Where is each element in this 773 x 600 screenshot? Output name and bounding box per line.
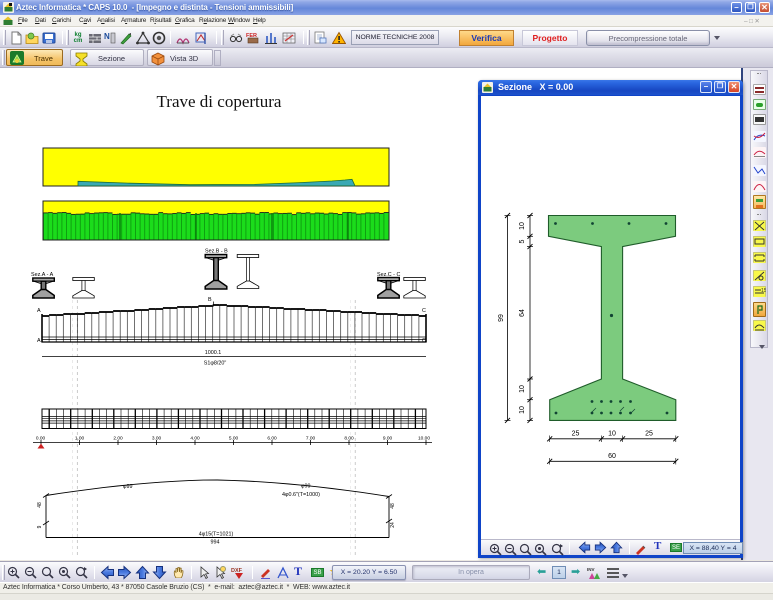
- svg-text:A: A: [37, 308, 41, 314]
- svg-text:10: 10: [608, 431, 616, 438]
- svg-text:5: 5: [519, 239, 526, 243]
- svg-text:4φ15(T=1021): 4φ15(T=1021): [199, 532, 234, 538]
- svg-text:4.00: 4.00: [190, 436, 200, 442]
- svg-text:48: 48: [390, 503, 396, 509]
- svg-text:9: 9: [37, 525, 43, 528]
- svg-text:8.00: 8.00: [344, 436, 354, 442]
- svg-text:0.00: 0.00: [36, 436, 46, 442]
- svg-text:9.00: 9.00: [383, 436, 393, 442]
- svg-text:Sez.A - A: Sez.A - A: [31, 272, 54, 278]
- svg-text:4φ0.6"(T=1000): 4φ0.6"(T=1000): [282, 492, 320, 498]
- svg-text:10: 10: [519, 222, 526, 230]
- svg-text:24: 24: [390, 522, 396, 528]
- svg-text:C: C: [422, 338, 426, 344]
- svg-text:φ99: φ99: [301, 484, 311, 490]
- svg-text:48: 48: [37, 502, 43, 508]
- svg-text:A: A: [37, 338, 41, 344]
- svg-text:10.00: 10.00: [418, 436, 430, 442]
- svg-text:INV: INV: [587, 567, 595, 572]
- svg-text:Sez.B - B: Sez.B - B: [205, 249, 228, 255]
- svg-text:25: 25: [645, 431, 653, 438]
- svg-text:Trave di copertura: Trave di copertura: [157, 92, 282, 111]
- svg-text:5.00: 5.00: [229, 436, 239, 442]
- svg-text:B: B: [208, 297, 212, 303]
- svg-text:99: 99: [498, 314, 505, 322]
- svg-text:10: 10: [519, 406, 526, 414]
- svg-text:15: 15: [761, 288, 766, 294]
- svg-text:60: 60: [608, 453, 616, 460]
- svg-text:64: 64: [519, 309, 526, 317]
- svg-text:S1φ8/20": S1φ8/20": [204, 361, 227, 367]
- svg-text:1000.1: 1000.1: [205, 350, 222, 356]
- svg-text:3.00: 3.00: [152, 436, 162, 442]
- svg-text:2.00: 2.00: [113, 436, 123, 442]
- svg-text:25: 25: [572, 431, 580, 438]
- svg-text:1.00: 1.00: [75, 436, 85, 442]
- svg-text:994: 994: [211, 540, 220, 546]
- svg-text:φ99: φ99: [123, 484, 133, 490]
- svg-text:10: 10: [519, 385, 526, 393]
- svg-text:6.00: 6.00: [267, 436, 277, 442]
- svg-text:N: N: [104, 32, 110, 41]
- svg-text:C: C: [422, 308, 426, 314]
- svg-text:7.00: 7.00: [306, 436, 316, 442]
